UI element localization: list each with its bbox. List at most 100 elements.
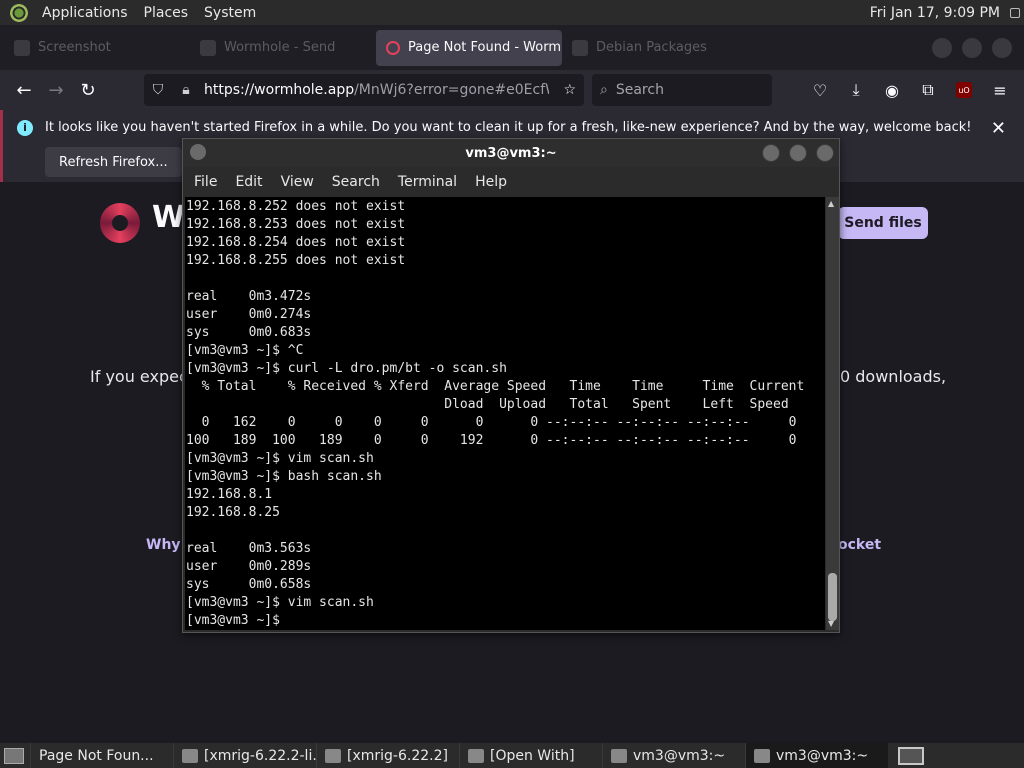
file-icon <box>468 748 484 763</box>
terminal-line: Dload Upload Total Spent Left Speed <box>186 397 789 412</box>
menu-edit[interactable]: Edit <box>226 174 271 190</box>
terminal-maximize-button[interactable] <box>789 144 807 162</box>
info-icon: i <box>17 120 33 136</box>
taskbar-item-firefox[interactable]: Page Not Foun... <box>30 743 173 768</box>
search-input[interactable]: ⌕ Search <box>592 74 772 106</box>
tab-favicon-icon <box>572 39 588 56</box>
menu-places[interactable]: Places <box>136 5 197 21</box>
menu-system[interactable]: System <box>196 5 264 21</box>
url-bar[interactable]: ⛉ 🔒︎ https://wormhole.app/MnWj6?error=go… <box>144 74 584 106</box>
panel-clock[interactable]: Fri Jan 17, 9:09 PM <box>870 5 1000 21</box>
tab-page-not-found[interactable]: Page Not Found - Wormhole ✕ <box>376 29 562 66</box>
terminal-titlebar[interactable]: vm3@vm3:~ <box>183 139 839 167</box>
notification-area-icon[interactable] <box>1010 7 1020 18</box>
account-icon[interactable]: ◉ <box>876 74 908 106</box>
forward-arrow-icon[interactable]: → <box>40 74 72 106</box>
pocket-icon[interactable]: ♡ <box>804 74 836 106</box>
terminal-line: sys 0m0.683s <box>186 325 312 340</box>
tab-debian-packages[interactable]: Debian Packages <box>562 30 748 66</box>
terminal-line: 100 189 100 189 0 0 192 0 --:--:-- --:--… <box>186 433 797 448</box>
terminal-line: % Total % Received % Xferd Average Speed… <box>186 379 805 394</box>
terminal-title: vm3@vm3:~ <box>465 145 557 161</box>
back-arrow-icon[interactable]: ← <box>8 74 40 106</box>
close-window-button[interactable] <box>992 37 1012 58</box>
refresh-firefox-button[interactable]: Refresh Firefox... <box>45 147 182 177</box>
taskbar-item-terminal[interactable]: vm3@vm3:~ <box>602 743 745 768</box>
terminal-icon <box>611 748 627 763</box>
terminal-line: [vm3@vm3 ~]$ ^C <box>186 343 304 358</box>
downloads-icon[interactable]: ⤓ <box>840 74 872 106</box>
menu-terminal[interactable]: Terminal <box>389 174 466 190</box>
lock-icon[interactable]: 🔒︎ <box>172 82 200 98</box>
extensions-icon[interactable]: ⧉ <box>912 74 944 106</box>
task-label: vm3@vm3:~ <box>633 747 726 764</box>
folder-icon <box>325 748 341 763</box>
menu-applications[interactable]: Applications <box>34 5 136 21</box>
why-link-right[interactable]: ocket <box>838 537 881 553</box>
top-panel: Applications Places System Fri Jan 17, 9… <box>0 0 1024 25</box>
terminal-line: 192.168.8.253 does not exist <box>186 217 406 232</box>
minimize-button[interactable] <box>932 37 952 58</box>
terminal-line: user 0m0.289s <box>186 559 312 574</box>
window-controls <box>932 37 1012 58</box>
terminal-line: [vm3@vm3 ~]$ bash scan.sh <box>186 469 382 484</box>
terminal-line: 192.168.8.254 does not exist <box>186 235 406 250</box>
ublock-icon[interactable]: uO <box>948 74 980 106</box>
tab-label: Page Not Found - Wormhole <box>408 40 562 55</box>
hamburger-menu-icon[interactable]: ≡ <box>984 74 1016 106</box>
notification-text: It looks like you haven't started Firefo… <box>45 120 972 135</box>
task-label: [xmrig-6.22.2-li... <box>204 747 316 764</box>
menu-file[interactable]: File <box>185 174 226 190</box>
terminal-icon <box>754 748 770 763</box>
window-menu-button[interactable] <box>190 144 206 160</box>
tracking-shield-icon[interactable]: ⛉ <box>144 82 172 98</box>
scroll-up-icon[interactable]: ▲ <box>828 199 834 208</box>
terminal-line: [vm3@vm3 ~]$ vim scan.sh <box>186 451 374 466</box>
wormhole-favicon-icon <box>386 40 400 55</box>
distro-logo-icon[interactable] <box>10 3 28 22</box>
terminal-line: [vm3@vm3 ~]$ vim scan.sh <box>186 595 374 610</box>
send-files-button[interactable]: Send files <box>838 207 928 239</box>
url-text[interactable]: https://wormhole.app/MnWj6?error=gone#e0… <box>204 82 549 98</box>
menu-search[interactable]: Search <box>323 174 389 190</box>
terminal-line: real 0m3.563s <box>186 541 312 556</box>
tab-label: Screenshot <box>38 40 111 55</box>
search-icon: ⌕ <box>600 82 608 98</box>
tab-wormhole-send[interactable]: Wormhole - Send <box>190 30 376 66</box>
maximize-button[interactable] <box>962 37 982 58</box>
terminal-window-controls <box>762 144 834 162</box>
scroll-down-icon[interactable]: ▼ <box>828 619 834 628</box>
terminal-line: 192.168.8.252 does not exist <box>186 199 406 214</box>
search-placeholder: Search <box>615 82 664 98</box>
wormhole-logo-icon[interactable] <box>100 203 140 243</box>
terminal-close-button[interactable] <box>816 144 834 162</box>
panel-clock-area: Fri Jan 17, 9:09 PM <box>870 5 1020 21</box>
task-label: [xmrig-6.22.2] <box>347 747 448 764</box>
bookmark-star-icon[interactable]: ☆ <box>563 82 576 98</box>
terminal-line: sys 0m0.658s <box>186 577 312 592</box>
show-desktop-icon[interactable] <box>4 747 24 764</box>
desktop: Applications Places System Fri Jan 17, 9… <box>0 0 1024 768</box>
terminal-window: vm3@vm3:~ File Edit View Search Terminal… <box>182 138 840 633</box>
terminal-line: [vm3@vm3 ~]$ <box>186 613 288 628</box>
tab-screenshot[interactable]: Screenshot <box>4 30 190 66</box>
workspace-switcher[interactable] <box>898 747 924 765</box>
taskbar-item-terminal-active[interactable]: vm3@vm3:~ <box>745 743 888 768</box>
taskbar-item-archive[interactable]: [xmrig-6.22.2-li... <box>173 743 316 768</box>
menu-help[interactable]: Help <box>466 174 516 190</box>
reload-icon[interactable]: ↻ <box>72 74 104 106</box>
close-notification-icon[interactable]: ✕ <box>991 118 1006 139</box>
taskbar-item-folder[interactable]: [xmrig-6.22.2] <box>316 743 459 768</box>
terminal-line: 0 162 0 0 0 0 0 0 --:--:-- --:--:-- --:-… <box>186 415 797 430</box>
task-label: [Open With] <box>490 747 575 764</box>
tab-bar: Screenshot Wormhole - Send Page Not Foun… <box>0 25 1024 70</box>
menu-view[interactable]: View <box>272 174 323 190</box>
terminal-line: 192.168.8.255 does not exist <box>186 253 406 268</box>
terminal-scrollbar[interactable]: ▲ ▼ <box>826 197 839 630</box>
terminal-output[interactable]: 192.168.8.252 does not exist 192.168.8.25… <box>185 197 825 630</box>
taskbar-item-open-with[interactable]: [Open With] <box>459 743 602 768</box>
scrollbar-thumb[interactable] <box>828 573 837 621</box>
page-text-right: 0 downloads, <box>840 367 947 386</box>
terminal-minimize-button[interactable] <box>762 144 780 162</box>
